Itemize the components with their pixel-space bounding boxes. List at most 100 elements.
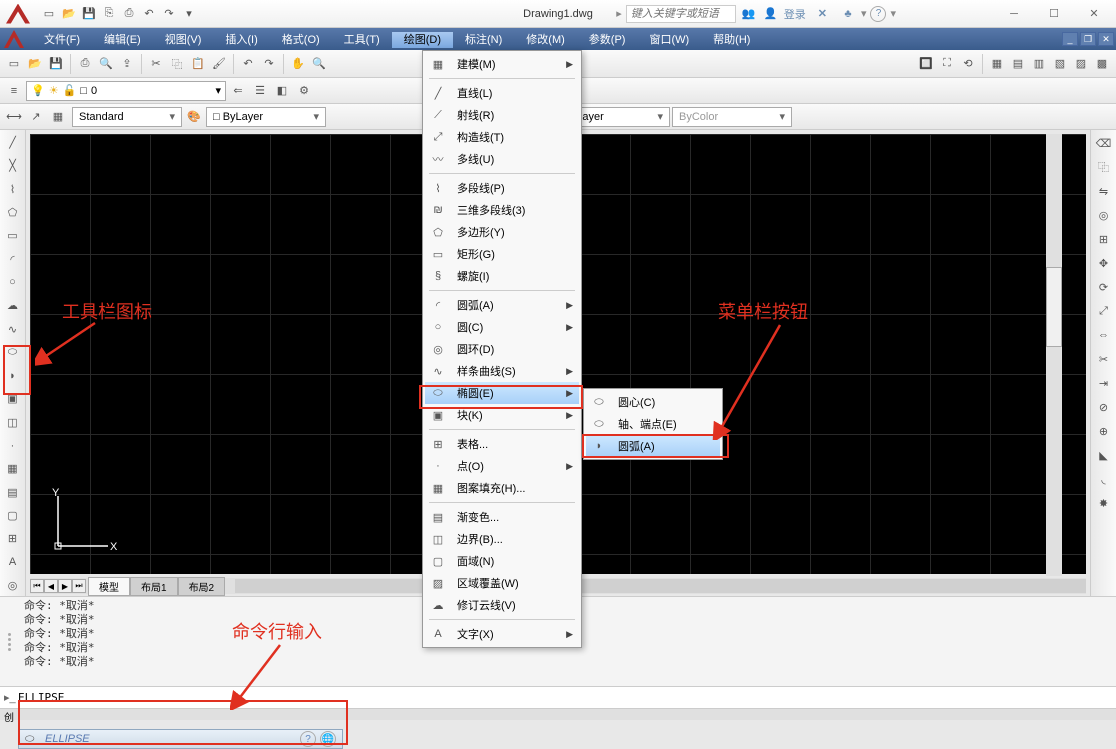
ac-help-icon[interactable]: ?	[300, 731, 316, 747]
menu-5[interactable]: 工具(T)	[332, 32, 392, 48]
mdi-min-button[interactable]: _	[1062, 32, 1078, 46]
join-icon[interactable]: ⊕	[1093, 420, 1115, 442]
textstyle-combo[interactable]: Standard▾	[72, 107, 182, 127]
explode-icon[interactable]: ✸	[1093, 492, 1115, 514]
trim-icon[interactable]: ✂	[1093, 348, 1115, 370]
stretch-icon[interactable]: ⇔	[1093, 324, 1115, 346]
fillet-icon[interactable]: ◟	[1093, 468, 1115, 490]
rect-icon[interactable]: ▭	[2, 225, 24, 246]
array-icon[interactable]: ⊞	[1093, 228, 1115, 250]
pline-icon[interactable]: ⌇	[2, 179, 24, 200]
draw-menu-item[interactable]: ▭矩形(G)	[425, 243, 579, 265]
exchange-icon[interactable]: ✕	[818, 7, 827, 20]
layout-tab-0[interactable]: 模型	[88, 577, 130, 596]
layer-state-icon[interactable]: ☰	[250, 81, 270, 101]
layer-tool-icon[interactable]: ⚙	[294, 81, 314, 101]
draw-menu-item[interactable]: ▣块(K)▶	[425, 404, 579, 426]
qat-undo-icon[interactable]: ↶	[140, 5, 158, 23]
zoom-win-icon[interactable]: 🔲	[916, 54, 936, 74]
match-icon[interactable]: 🖌	[209, 54, 229, 74]
cmd-grip-icon[interactable]	[2, 599, 16, 684]
zoom-rt-icon[interactable]: 🔍	[309, 54, 329, 74]
draw-menu-item[interactable]: ⟋射线(R)	[425, 104, 579, 126]
qat-saveas-icon[interactable]: ⎘	[100, 5, 118, 23]
menu-0[interactable]: 文件(F)	[32, 32, 92, 48]
draw-menu-item[interactable]: ☁修订云线(V)	[425, 594, 579, 616]
bycolor-combo[interactable]: ByColor▾	[672, 107, 792, 127]
zoom-ext-icon[interactable]: ⛶	[937, 54, 957, 74]
print-icon[interactable]: ⎙	[75, 54, 95, 74]
menu-11[interactable]: 帮助(H)	[701, 32, 762, 48]
maximize-button[interactable]: ☐	[1034, 2, 1074, 26]
menu-8[interactable]: 修改(M)	[514, 32, 577, 48]
ellipse-menu-item[interactable]: ⬭圆心(C)	[586, 391, 720, 413]
menu-2[interactable]: 视图(V)	[153, 32, 214, 48]
rotate-icon[interactable]: ⟳	[1093, 276, 1115, 298]
circle-icon[interactable]: ○	[2, 272, 24, 293]
layout-tab-2[interactable]: 布局2	[178, 577, 226, 596]
menu-6[interactable]: 绘图(D)	[392, 32, 453, 48]
spline-icon[interactable]: ∿	[2, 318, 24, 339]
command-input[interactable]	[18, 691, 1112, 704]
calc-icon[interactable]: ▩	[1092, 54, 1112, 74]
scrollbar-vertical[interactable]	[1046, 134, 1062, 576]
draw-menu-item[interactable]: §螺旋(I)	[425, 265, 579, 287]
region-icon[interactable]: ▢	[2, 505, 24, 526]
draw-menu-item[interactable]: ⬭椭圆(E)▶	[425, 382, 579, 404]
draw-menu-item[interactable]: ▦图案填充(H)...	[425, 477, 579, 499]
copy-icon[interactable]: ⿻	[167, 54, 187, 74]
point-icon[interactable]: ·	[2, 435, 24, 456]
tp-icon[interactable]: ▥	[1029, 54, 1049, 74]
hatch-icon[interactable]: ▦	[2, 458, 24, 479]
draw-menu-item[interactable]: ▦建模(M)▶	[425, 53, 579, 75]
zoom-prev-icon[interactable]: ⟲	[958, 54, 978, 74]
menu-4[interactable]: 格式(O)	[270, 32, 332, 48]
draw-menu-item[interactable]: ⬠多边形(Y)	[425, 221, 579, 243]
qat-new-icon[interactable]: ▭	[40, 5, 58, 23]
makeblock-icon[interactable]: ◫	[2, 412, 24, 433]
insert-icon[interactable]: ▣	[2, 388, 24, 409]
draw-menu-item[interactable]: ⊞表格...	[425, 433, 579, 455]
qat-more-icon[interactable]: ▾	[180, 5, 198, 23]
chamfer-icon[interactable]: ◣	[1093, 444, 1115, 466]
arc-icon[interactable]: ◜	[2, 248, 24, 269]
draw-menu-item[interactable]: ▤渐变色...	[425, 506, 579, 528]
offset-icon[interactable]: ◎	[1093, 204, 1115, 226]
ellipsearc-icon[interactable]: ◗	[2, 365, 24, 386]
redo-icon[interactable]: ↷	[259, 54, 279, 74]
layer-iso-icon[interactable]: ◧	[272, 81, 292, 101]
command-autocomplete[interactable]: ⬭ ELLIPSE ? 🌐	[18, 729, 343, 749]
draw-menu-item[interactable]: ▨区域覆盖(W)	[425, 572, 579, 594]
scrollbar-horizontal[interactable]	[235, 579, 1086, 593]
mdi-restore-button[interactable]: ❐	[1080, 32, 1096, 46]
layer-prev-icon[interactable]: ⇐	[228, 81, 248, 101]
qat-open-icon[interactable]: 📂	[60, 5, 78, 23]
tab-next-icon[interactable]: ▶	[58, 579, 72, 593]
text-icon[interactable]: A	[2, 551, 24, 572]
draw-menu-item[interactable]: ▢面域(N)	[425, 550, 579, 572]
draw-menu-item[interactable]: A文字(X)▶	[425, 623, 579, 645]
draw-menu-item[interactable]: ⤢构造线(T)	[425, 126, 579, 148]
layer-combo[interactable]: 💡 ☀ 🔓 □ 0 ▾	[26, 81, 226, 101]
layout-tab-1[interactable]: 布局1	[130, 577, 178, 596]
prop-icon[interactable]: ▦	[987, 54, 1007, 74]
search-icon[interactable]: 👥	[740, 5, 758, 23]
xline-icon[interactable]: ╳	[2, 155, 24, 176]
dc-icon[interactable]: ▤	[1008, 54, 1028, 74]
undo-icon[interactable]: ↶	[238, 54, 258, 74]
scale-icon[interactable]: ⤢	[1093, 300, 1115, 322]
draw-menu-item[interactable]: 〰多线(U)	[425, 148, 579, 170]
ssm-icon[interactable]: ▧	[1050, 54, 1070, 74]
ellipse-menu-item[interactable]: ◗圆弧(A)	[586, 435, 720, 457]
exchange2-icon[interactable]: ♣	[839, 5, 857, 23]
color-pick-icon[interactable]: 🎨	[184, 107, 204, 127]
search-input[interactable]	[626, 5, 736, 23]
menu-7[interactable]: 标注(N)	[453, 32, 514, 48]
draw-menu-item[interactable]: ◎圆环(D)	[425, 338, 579, 360]
break-icon[interactable]: ⊘	[1093, 396, 1115, 418]
addsel-icon[interactable]: ◎	[2, 575, 24, 596]
copy2-icon[interactable]: ⿻	[1093, 156, 1115, 178]
draw-menu-item[interactable]: ◜圆弧(A)▶	[425, 294, 579, 316]
table-icon[interactable]: ⊞	[2, 528, 24, 549]
draw-menu-item[interactable]: ∿样条曲线(S)▶	[425, 360, 579, 382]
